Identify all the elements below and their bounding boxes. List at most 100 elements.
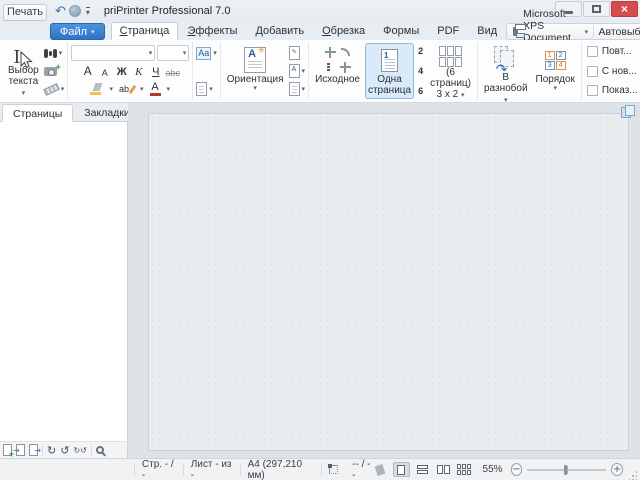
view-continuous-button[interactable]: [414, 462, 431, 477]
character-style-icon: Аa: [196, 47, 211, 60]
file-menu-button[interactable]: Файл ▾: [50, 23, 105, 40]
four-pages-button[interactable]: 4: [418, 66, 423, 76]
two-pages-button[interactable]: 2: [418, 46, 423, 56]
orientation-button[interactable]: A✳ Ориентация ▾: [224, 43, 287, 99]
margins-icon: [289, 82, 300, 96]
facing-pages-icon: [437, 465, 450, 474]
paper-mode-select[interactable]: Автовыбор: [599, 26, 640, 38]
header-icon: A: [289, 64, 300, 78]
customize-qat-icon[interactable]: ▾: [86, 7, 90, 16]
original-layout-button[interactable]: Исходное: [312, 43, 363, 99]
tab-view[interactable]: Вид: [468, 22, 506, 40]
zoom-percentage: 55%: [483, 464, 503, 475]
watermark-icon: ✎: [289, 46, 300, 60]
margins-button[interactable]: ▾: [289, 80, 306, 98]
strikethrough-button[interactable]: abc: [165, 63, 180, 79]
tab-forms[interactable]: Формы: [374, 22, 428, 40]
rotate-180-button[interactable]: ↻↺: [73, 445, 86, 456]
chevron-down-icon: ▾: [22, 89, 26, 97]
pages-panel[interactable]: [0, 122, 128, 441]
view-facing-button[interactable]: [435, 462, 452, 477]
one-page-icon: 1: [381, 46, 398, 74]
measure-button[interactable]: ▾: [44, 80, 65, 98]
page-layout-area[interactable]: [148, 113, 629, 451]
window-title: priPrinter Professional 7.0: [104, 5, 231, 17]
orientation-icon: A✳: [244, 46, 266, 74]
font-color-button[interactable]: А: [150, 82, 161, 96]
add-page-button[interactable]: +: [3, 444, 12, 456]
select-text-button[interactable]: I Выбор текста ▾: [5, 43, 42, 99]
tab-pdf[interactable]: PDF: [428, 22, 468, 40]
find-button[interactable]: ▾: [44, 44, 65, 62]
quick-layout-counts: 2 4 6: [416, 43, 425, 99]
one-page-button[interactable]: 1 Одна страница: [365, 43, 414, 99]
checkbox-new-sheet[interactable]: С нов...: [587, 66, 638, 77]
group-select: I Выбор текста ▾ ▾ + ▾: [2, 42, 68, 100]
close-button[interactable]: ×: [611, 1, 638, 17]
quick-access-tool-icon[interactable]: [69, 5, 81, 17]
undo-icon[interactable]: ↶: [55, 5, 66, 18]
font-size-select[interactable]: ▾: [157, 45, 189, 61]
italic-button[interactable]: К: [131, 63, 146, 79]
select-tools-column: ▾ + ▾: [44, 43, 65, 99]
group-format-tools: Аa ▾ ▾: [193, 42, 221, 100]
text-edit-icon[interactable]: ab: [119, 84, 134, 94]
view-thumbnails-button[interactable]: [456, 462, 473, 477]
shuffle-button[interactable]: ↷ В разнобой ▾: [481, 43, 531, 99]
six-pages-layout-button[interactable]: (6 страниц) 3 x 2 ▾: [427, 43, 474, 99]
chevron-down-icon: ▾: [302, 86, 306, 92]
tab-page[interactable]: Страница: [111, 22, 179, 40]
underline-button[interactable]: Ч: [148, 63, 163, 79]
chevron-down-icon[interactable]: ▾: [585, 28, 589, 36]
six-pages-button[interactable]: 6: [418, 86, 423, 96]
tilted-page-icon: [375, 464, 386, 476]
page-decor-column: ✎ A ▾ ▾: [289, 43, 306, 99]
region-select-icon[interactable]: [329, 465, 338, 474]
chevron-down-icon[interactable]: ▾: [109, 86, 113, 92]
zoom-slider[interactable]: [527, 469, 606, 471]
group-orientation: A✳ Ориентация ▾ ✎ A ▾ ▾: [221, 42, 309, 100]
ruler-icon: [43, 83, 60, 96]
chevron-down-icon[interactable]: ▾: [140, 86, 144, 92]
view-single-page-button[interactable]: [393, 462, 410, 477]
checkbox-show[interactable]: Показ...: [587, 85, 638, 96]
ribbon: I Выбор текста ▾ ▾ + ▾: [0, 40, 640, 103]
view-tilted-button[interactable]: [372, 462, 389, 477]
highlighter-icon[interactable]: [90, 83, 103, 95]
rotate-ccw-button[interactable]: ↺: [60, 445, 69, 456]
checkbox-icon: [587, 66, 598, 77]
bold-button[interactable]: Ж: [114, 63, 129, 79]
page-icon: [196, 82, 207, 96]
tab-crop[interactable]: Обрезка: [313, 22, 374, 40]
insert-page-after-button[interactable]: →: [29, 444, 38, 456]
chevron-down-icon: ▾: [149, 49, 153, 57]
grow-font-button[interactable]: А: [80, 63, 95, 79]
snapshot-button[interactable]: +: [44, 62, 65, 80]
shrink-font-button[interactable]: А: [97, 63, 112, 79]
maximize-button[interactable]: [583, 1, 610, 17]
tab-insert[interactable]: Добавить: [246, 22, 313, 40]
sidebar-tab-pages[interactable]: Страницы: [2, 104, 73, 122]
zoom-fit-button[interactable]: [96, 446, 104, 454]
resize-grip[interactable]: [629, 471, 637, 480]
zoom-slider-handle[interactable]: [564, 465, 567, 475]
zoom-out-button[interactable]: −: [511, 463, 523, 476]
insert-page-before-button[interactable]: →: [16, 444, 25, 456]
watermark-button[interactable]: ✎: [289, 44, 306, 62]
sidebar-tab-bar: Страницы Закладки: [0, 103, 128, 122]
order-button[interactable]: 1 2 3 4 Порядок ▾: [533, 43, 578, 99]
zoom-in-button[interactable]: +: [611, 463, 623, 476]
chevron-down-icon[interactable]: ▾: [167, 86, 171, 92]
checkbox-repeat[interactable]: Повт...: [587, 46, 638, 57]
header-footer-button[interactable]: A ▾: [289, 62, 306, 80]
insert-before-icon: →: [16, 444, 25, 456]
font-family-select[interactable]: ▾: [71, 45, 155, 61]
shuffle-pages-icon: ↷: [493, 46, 519, 72]
format-text-button[interactable]: Аa ▾: [196, 44, 217, 62]
preview-canvas[interactable]: [128, 103, 640, 458]
print-button[interactable]: Печать: [3, 4, 47, 21]
page-style-button[interactable]: ▾: [196, 80, 217, 98]
detach-preview-icon[interactable]: [621, 105, 635, 117]
rotate-cw-button[interactable]: ↻: [47, 445, 56, 456]
tab-effects[interactable]: Эффекты: [178, 22, 246, 40]
